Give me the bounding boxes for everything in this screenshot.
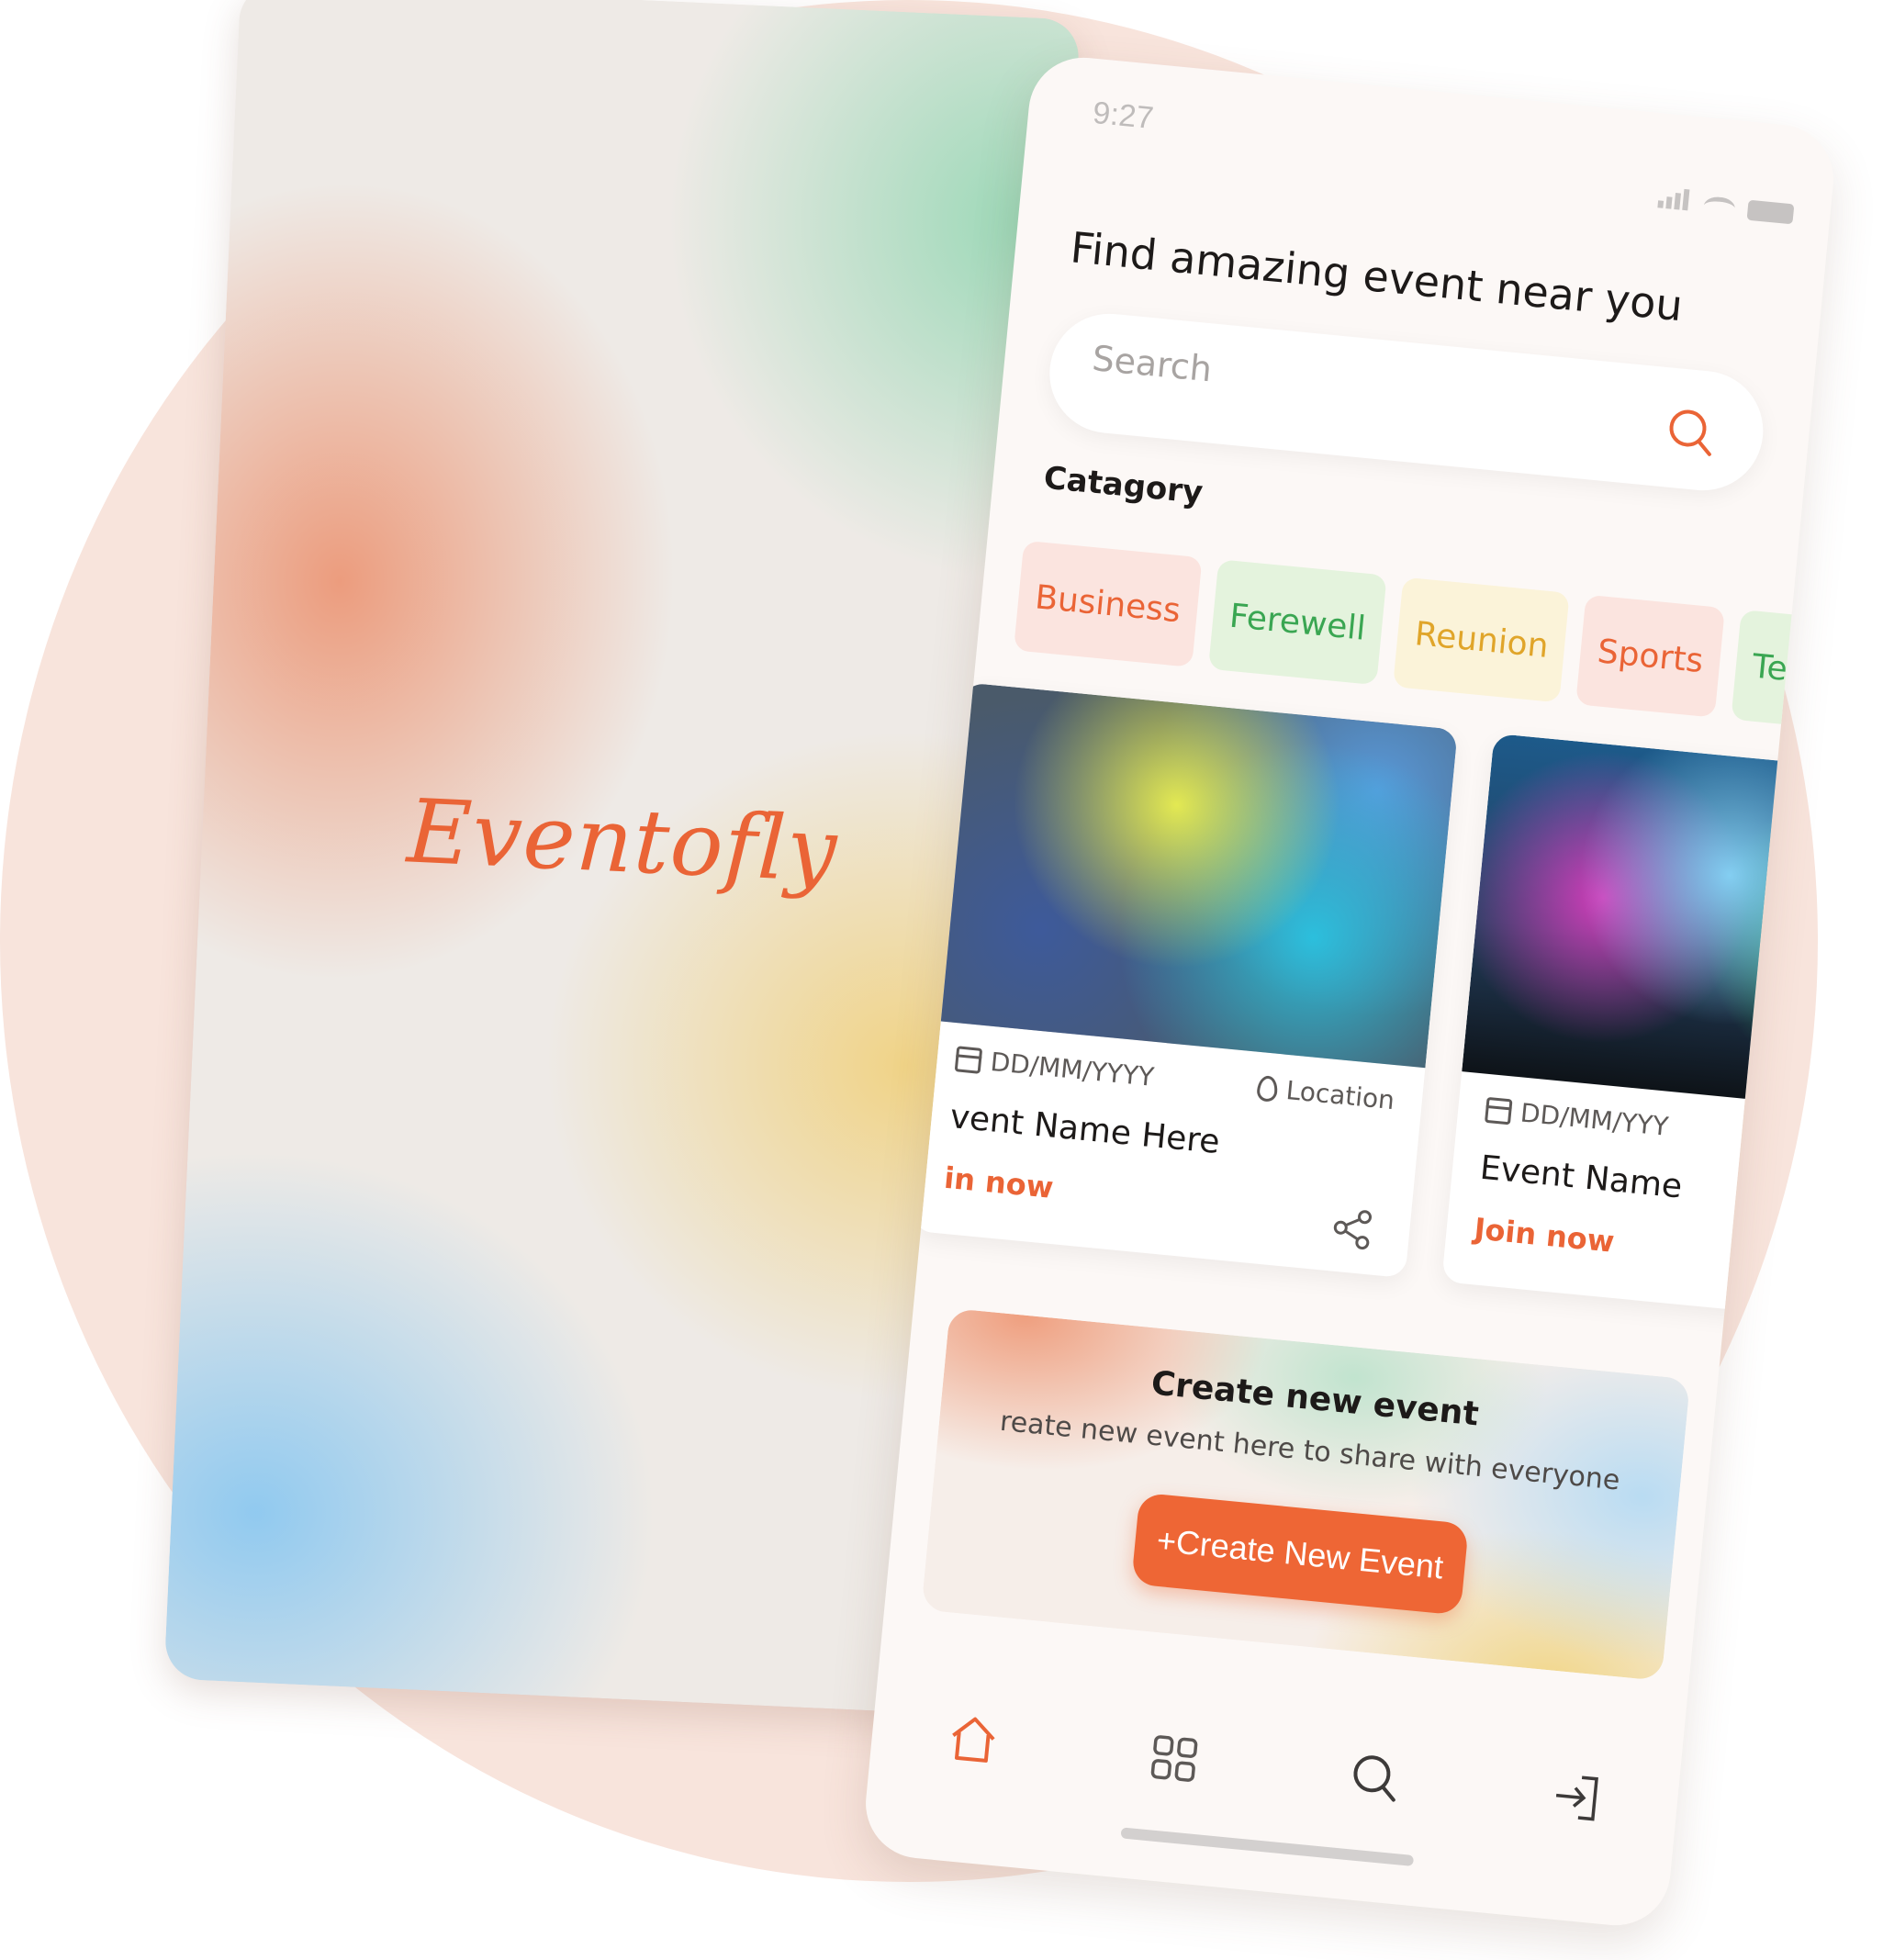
location-pin-icon (1255, 1074, 1279, 1103)
login-icon[interactable] (1546, 1767, 1606, 1827)
wifi-icon (1702, 196, 1736, 219)
battery-icon (1746, 199, 1795, 225)
create-new-event-button[interactable]: +Create New Event (1131, 1492, 1469, 1616)
event-date: DD/MM/YYYY (989, 1046, 1156, 1092)
category-chip-sports[interactable]: Sports (1575, 594, 1725, 718)
event-cards: DD/MM/YYYY Location vent Name Here in no… (911, 682, 1839, 1329)
event-name: Event Name (1478, 1148, 1684, 1206)
event-card[interactable]: DD/MM/YYYY Location vent Name Here in no… (911, 682, 1458, 1279)
page-title: Find amazing event near you (1068, 222, 1686, 331)
calendar-icon (1485, 1096, 1513, 1125)
status-time: 9:27 (1091, 95, 1156, 137)
home-screen: 9:27 Find amazing event near you Catagor… (860, 52, 1839, 1931)
home-icon[interactable] (943, 1709, 1003, 1769)
join-now-link[interactable]: Join now (1473, 1211, 1616, 1260)
event-date: DD/MM/YYY (1519, 1097, 1670, 1142)
category-chip-ferewell[interactable]: Ferewell (1207, 559, 1388, 686)
share-icon[interactable] (1330, 1206, 1374, 1250)
app-logo: Eventofly (405, 779, 840, 902)
category-chip-business[interactable]: Business (1013, 540, 1203, 667)
search-bar[interactable] (1044, 308, 1769, 497)
search-tab-icon[interactable] (1345, 1748, 1405, 1808)
status-icons (1657, 186, 1795, 225)
bottom-tab-bar (867, 1670, 1682, 1866)
event-name: vent Name Here (947, 1098, 1222, 1162)
category-chip-tech[interactable]: Tec (1731, 609, 1828, 728)
signal-icon (1657, 186, 1692, 214)
join-now-link[interactable]: in now (943, 1160, 1055, 1205)
event-image (931, 682, 1458, 1069)
grid-icon[interactable] (1144, 1729, 1204, 1788)
search-icon[interactable] (1664, 404, 1720, 460)
search-input[interactable] (1089, 330, 1608, 435)
calendar-icon (954, 1045, 983, 1074)
category-chip-reunion[interactable]: Reunion (1393, 577, 1571, 703)
event-location: Location (1284, 1074, 1396, 1116)
category-title: Catagory (1042, 459, 1205, 512)
create-event-card: Create new event reate new event here to… (921, 1307, 1691, 1682)
